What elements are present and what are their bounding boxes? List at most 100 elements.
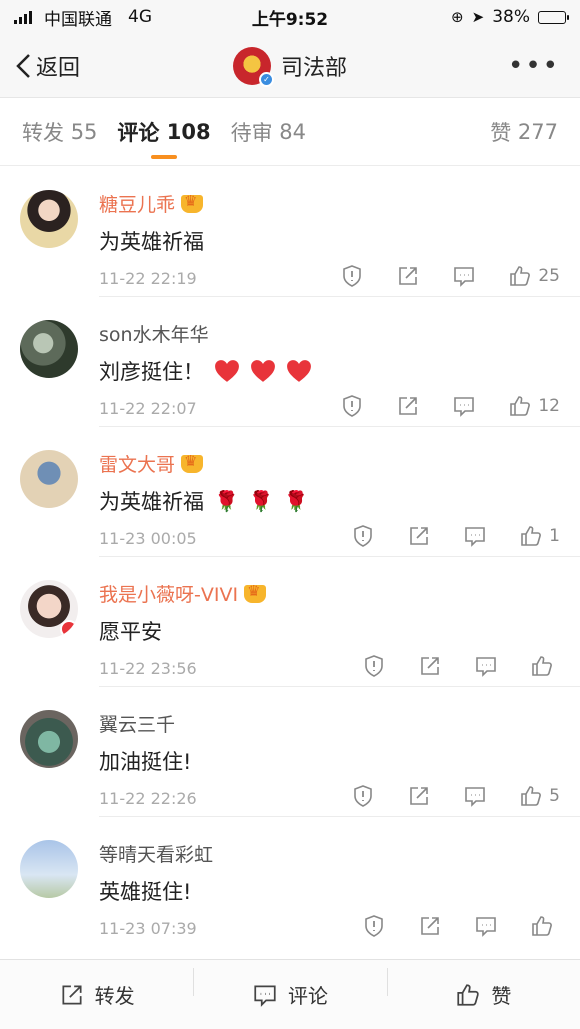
share-button[interactable] <box>407 784 431 808</box>
comment-body: 愿平安 <box>99 620 162 644</box>
share-button[interactable] <box>396 264 420 288</box>
repost-button[interactable]: 转发 <box>0 980 193 1009</box>
tab-count: 108 <box>166 119 211 144</box>
report-icon <box>354 525 372 547</box>
vip-crown-icon <box>244 582 267 603</box>
tab-count: 55 <box>70 119 98 144</box>
tab-likes[interactable]: 赞 277 <box>480 98 580 165</box>
tab-label: 待审 <box>230 120 273 145</box>
carrier-label: 中国联通 <box>44 9 112 30</box>
like-button[interactable]: 25 <box>508 264 560 288</box>
tab-label: 转发 <box>22 120 64 145</box>
thumbs-up-icon <box>532 916 552 936</box>
chevron-left-icon <box>16 53 30 78</box>
username[interactable]: 我是小薇呀-VIVI <box>99 580 267 607</box>
comment-text: 刘彦挺住！ <box>99 356 312 386</box>
verified-badge-icon <box>60 620 78 638</box>
report-button[interactable] <box>351 524 375 548</box>
comment-body: 刘彦挺住！ <box>99 360 204 384</box>
report-icon <box>365 655 383 677</box>
heart-emoji-icon <box>287 360 311 382</box>
username-text: son水木年华 <box>99 324 209 346</box>
timestamp: 11-22 22:19 <box>99 269 197 288</box>
report-icon <box>354 785 372 807</box>
report-button[interactable] <box>340 264 364 288</box>
more-menu-button[interactable]: ••• <box>508 51 580 81</box>
comment-body: 加油挺住! <box>99 750 192 774</box>
share-button[interactable] <box>418 914 442 938</box>
tab-repost[interactable]: 转发 55 <box>0 98 107 165</box>
like-toolbar-button[interactable]: 赞 <box>386 968 580 1009</box>
heart-emoji-icon <box>251 360 275 382</box>
battery-icon <box>538 10 569 24</box>
comment-item: son水木年华 刘彦挺住！ 11-22 22:07 12 <box>0 296 580 426</box>
avatar[interactable] <box>20 190 78 248</box>
avatar[interactable] <box>20 450 78 508</box>
nav-bar: 返回 ✓ 司法部 ••• <box>0 34 580 98</box>
reply-button[interactable] <box>474 914 498 938</box>
comment-item: 雷文大哥 为英雄祈福 🌹 🌹 🌹 11-23 00:05 1 <box>0 426 580 556</box>
avatar[interactable] <box>20 580 78 638</box>
timestamp: 11-22 22:26 <box>99 789 197 808</box>
reply-button[interactable] <box>463 524 487 548</box>
comment-item: 翼云三千 加油挺住! 11-22 22:26 5 <box>0 686 580 816</box>
comment-label: 评论 <box>287 984 328 1008</box>
timestamp: 11-23 07:39 <box>99 919 197 938</box>
tab-comments[interactable]: 评论 108 <box>107 98 220 165</box>
username-text: 翼云三千 <box>99 714 176 736</box>
like-button[interactable]: 12 <box>508 394 560 418</box>
vip-crown-icon <box>181 452 204 473</box>
report-button[interactable] <box>362 654 386 678</box>
share-icon <box>399 397 418 415</box>
tab-pending[interactable]: 待审 84 <box>221 98 316 165</box>
thumbs-up-icon <box>532 656 552 676</box>
like-button[interactable]: 5 <box>519 784 560 808</box>
like-button[interactable] <box>530 654 560 678</box>
avatar[interactable] <box>20 840 78 898</box>
like-button[interactable] <box>530 914 560 938</box>
reply-button[interactable] <box>474 654 498 678</box>
username[interactable]: son水木年华 <box>99 320 209 347</box>
comment-actions <box>362 654 560 678</box>
emblem-avatar: ✓ <box>232 46 274 87</box>
comment-actions: 1 <box>351 524 560 548</box>
avatar[interactable] <box>20 710 78 768</box>
username[interactable]: 雷文大哥 <box>99 450 204 477</box>
like-button[interactable]: 1 <box>519 524 560 548</box>
reply-icon <box>476 657 496 677</box>
comment-list: 糖豆儿乖 为英雄祈福 11-22 22:19 25 son水木年华 刘彦挺住！ … <box>0 166 580 946</box>
comment-button[interactable]: 评论 <box>193 968 386 1009</box>
comment-body: 为英雄祈福 <box>99 490 204 514</box>
report-button[interactable] <box>362 914 386 938</box>
rose-emoji-icon: 🌹 <box>214 489 239 513</box>
username[interactable]: 等晴天看彩虹 <box>99 840 213 867</box>
like-count: 1 <box>549 526 560 546</box>
reply-button[interactable] <box>452 394 476 418</box>
comment-actions <box>362 914 560 938</box>
reply-button[interactable] <box>452 264 476 288</box>
back-button[interactable]: 返回 <box>0 50 80 82</box>
thumbs-up-icon <box>521 526 542 546</box>
reply-icon <box>465 787 485 807</box>
reply-button[interactable] <box>463 784 487 808</box>
username[interactable]: 翼云三千 <box>99 710 175 737</box>
report-button[interactable] <box>340 394 364 418</box>
comment-actions: 12 <box>340 394 560 418</box>
comment-text: 为英雄祈福 <box>99 226 204 256</box>
like-count: 5 <box>549 786 560 806</box>
comment-actions: 25 <box>340 264 560 288</box>
share-button[interactable] <box>407 524 431 548</box>
timestamp: 11-23 00:05 <box>99 529 197 548</box>
report-icon <box>365 915 383 937</box>
share-button[interactable] <box>418 654 442 678</box>
tab-count: 84 <box>279 119 306 144</box>
report-icon <box>343 395 362 417</box>
repost-label: 转发 <box>94 984 135 1008</box>
share-icon <box>410 527 428 545</box>
avatar[interactable] <box>20 320 78 378</box>
rose-emoji-icon: 🌹 <box>248 489 274 513</box>
thumbs-up-icon <box>510 266 531 286</box>
username[interactable]: 糖豆儿乖 <box>99 190 204 217</box>
share-button[interactable] <box>396 394 420 418</box>
report-button[interactable] <box>351 784 375 808</box>
